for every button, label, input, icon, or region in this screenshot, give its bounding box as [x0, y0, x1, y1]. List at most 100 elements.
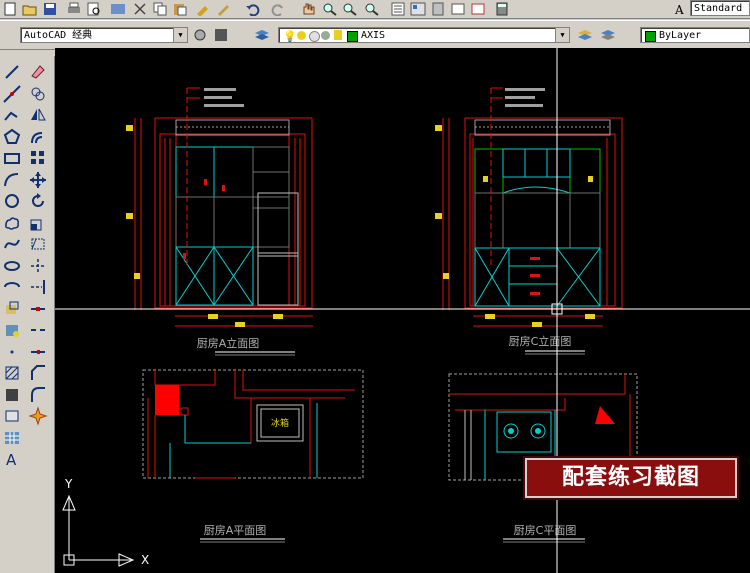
workspace-value: AutoCAD 经典	[24, 30, 93, 41]
gradient-icon[interactable]	[2, 385, 22, 405]
extend-icon[interactable]	[28, 277, 48, 297]
array-icon[interactable]	[28, 148, 48, 168]
erase-icon[interactable]	[28, 62, 48, 82]
make-current-layer-icon[interactable]	[577, 28, 593, 42]
freeze-icon	[309, 31, 320, 42]
paste-icon[interactable]	[172, 2, 188, 16]
layer-manager-icon[interactable]	[254, 28, 270, 42]
workspace-settings-icon[interactable]	[192, 28, 208, 42]
zoom-realtime-icon[interactable]	[322, 2, 338, 16]
calculator-icon[interactable]	[494, 2, 510, 16]
circle-icon[interactable]	[2, 191, 22, 211]
publish-icon[interactable]	[110, 2, 126, 16]
text-style-icon: A	[672, 2, 688, 16]
construction-line-icon[interactable]	[2, 84, 22, 104]
open-icon[interactable]	[22, 2, 38, 16]
plan-a: 冰箱	[142, 369, 364, 479]
layer-select[interactable]: 💡 AXIS ▼	[278, 27, 570, 43]
ucs-y-label: Y	[64, 477, 73, 491]
workspace-layer-toolbar: AutoCAD 经典 ▼ 💡 AXIS ▼ ByLayer	[0, 20, 750, 50]
layer-color-swatch	[347, 31, 358, 42]
markup-icon[interactable]	[470, 2, 486, 16]
ellipse-arc-icon[interactable]	[2, 277, 22, 297]
label-plan-c: 厨房C平面图	[514, 524, 577, 537]
hatch-icon[interactable]	[2, 363, 22, 383]
zoom-prev-icon[interactable]	[364, 2, 380, 16]
brush-icon[interactable]	[215, 2, 231, 16]
move-icon[interactable]	[28, 170, 48, 190]
scale-icon[interactable]	[28, 213, 48, 233]
explode-icon[interactable]	[28, 406, 48, 426]
save-workspace-icon[interactable]	[213, 28, 229, 42]
redo-icon[interactable]	[270, 2, 286, 16]
chamfer-icon[interactable]	[28, 363, 48, 383]
chevron-down-icon[interactable]: ▼	[555, 28, 569, 42]
color-value: ByLayer	[659, 30, 702, 41]
insert-block-icon[interactable]	[2, 299, 22, 319]
rectangle-icon[interactable]	[2, 148, 22, 168]
match-prop-icon[interactable]	[195, 2, 211, 16]
banner-text: 配套练习截图	[561, 465, 700, 490]
vp-freeze-icon	[321, 31, 330, 40]
ucs-x-label: X	[141, 553, 149, 567]
offset-icon[interactable]	[28, 127, 48, 147]
label-elevation-a: 厨房A立面图	[197, 336, 260, 350]
chevron-down-icon[interactable]: ▼	[173, 28, 187, 42]
trim-icon[interactable]	[28, 256, 48, 276]
copy-icon[interactable]	[152, 2, 168, 16]
zoom-window-icon[interactable]	[342, 2, 358, 16]
make-block-icon[interactable]	[2, 320, 22, 340]
lock-icon	[334, 30, 342, 40]
region-icon[interactable]	[2, 406, 22, 426]
point-icon[interactable]	[2, 342, 22, 362]
arc-icon[interactable]	[2, 170, 22, 190]
line-icon[interactable]	[2, 62, 22, 82]
multiline-text-icon[interactable]: A	[2, 449, 22, 469]
table-icon[interactable]	[2, 428, 22, 448]
save-icon[interactable]	[42, 2, 58, 16]
cut-icon[interactable]	[132, 2, 148, 16]
standard-toolbar: A Standard	[0, 0, 750, 19]
fillet-icon[interactable]	[28, 385, 48, 405]
preview-icon[interactable]	[86, 2, 102, 16]
plot-icon[interactable]	[66, 2, 82, 16]
rotate-icon[interactable]	[28, 191, 48, 211]
tool-palette-icon[interactable]	[430, 2, 446, 16]
svg-text:A: A	[6, 451, 17, 469]
spline-icon[interactable]	[2, 234, 22, 254]
sheet-set-icon[interactable]	[450, 2, 466, 16]
color-swatch	[645, 31, 656, 42]
practice-banner: 配套练习截图	[525, 458, 737, 498]
polygon-icon[interactable]	[2, 127, 22, 147]
polyline-icon[interactable]	[2, 105, 22, 125]
undo-icon[interactable]	[245, 2, 261, 16]
text-style-value: Standard	[694, 3, 743, 14]
lightbulb-icon: 💡	[283, 30, 297, 43]
properties-icon[interactable]	[390, 2, 406, 16]
pan-icon[interactable]	[300, 2, 316, 16]
join-icon[interactable]	[28, 342, 48, 362]
svg-text:A: A	[674, 3, 684, 16]
fridge-label: 冰箱	[271, 417, 289, 429]
drawing-canvas[interactable]: 冰箱 厨房A立面图 厨房C立面图 厨房A平面图 厨房C平面图 X Y 配套练习截…	[55, 48, 750, 573]
layer-value: AXIS	[361, 30, 386, 41]
stretch-icon[interactable]	[28, 234, 48, 254]
color-select[interactable]: ByLayer	[640, 27, 750, 43]
layer-previous-icon[interactable]	[600, 28, 616, 42]
sun-icon	[297, 31, 306, 40]
mirror-icon[interactable]	[28, 105, 48, 125]
workspace-select[interactable]: AutoCAD 经典 ▼	[20, 27, 188, 43]
elevation-c	[435, 87, 623, 327]
break-icon[interactable]	[28, 320, 48, 340]
left-toolbars: A	[0, 56, 55, 573]
label-plan-a: 厨房A平面图	[204, 524, 267, 537]
revcloud-icon[interactable]	[2, 213, 22, 233]
break-at-point-icon[interactable]	[28, 299, 48, 319]
copy-object-icon[interactable]	[28, 84, 48, 104]
text-style-select[interactable]: Standard	[690, 0, 750, 16]
ucs-icon: X Y	[62, 477, 149, 567]
ellipse-icon[interactable]	[2, 256, 22, 276]
design-center-icon[interactable]	[410, 2, 426, 16]
elevation-a	[126, 87, 313, 327]
new-icon[interactable]	[2, 2, 18, 16]
